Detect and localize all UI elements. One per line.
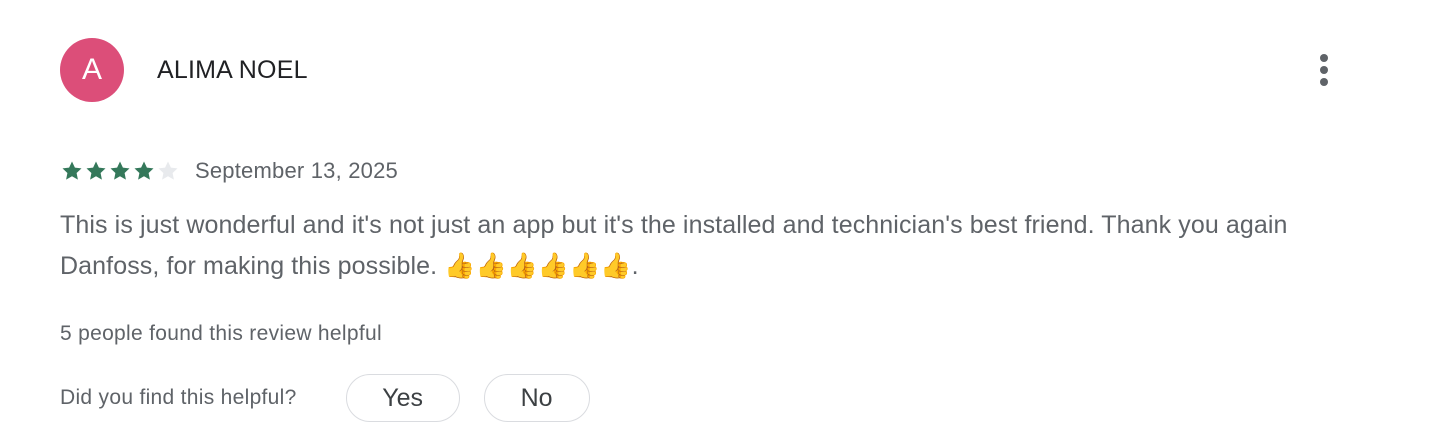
star-filled-icon (132, 159, 156, 183)
helpful-count: 5 people found this review helpful (60, 322, 382, 345)
reviewer-name: ALIMA NOEL (157, 56, 308, 84)
helpful-prompt: Did you find this helpful? Yes No (60, 374, 590, 422)
star-filled-icon (60, 159, 84, 183)
avatar-initial: A (81, 53, 102, 86)
rating-row: September 13, 2025 (60, 155, 398, 187)
star-filled-icon (84, 159, 108, 183)
more-vert-icon (1320, 54, 1328, 86)
star-filled-icon (108, 159, 132, 183)
more-options-button[interactable] (1306, 48, 1342, 92)
star-empty-icon (156, 159, 180, 183)
star-rating (60, 159, 180, 183)
no-button[interactable]: No (483, 374, 590, 422)
review-date: September 13, 2025 (195, 158, 398, 183)
avatar: A (60, 38, 124, 102)
helpful-question: Did you find this helpful? (60, 386, 297, 409)
yes-button[interactable]: Yes (345, 374, 460, 422)
review-card: A ALIMA NOEL September 13, 2025 This is … (0, 0, 1432, 446)
review-text: This is just wonderful and it's not just… (60, 211, 1288, 280)
